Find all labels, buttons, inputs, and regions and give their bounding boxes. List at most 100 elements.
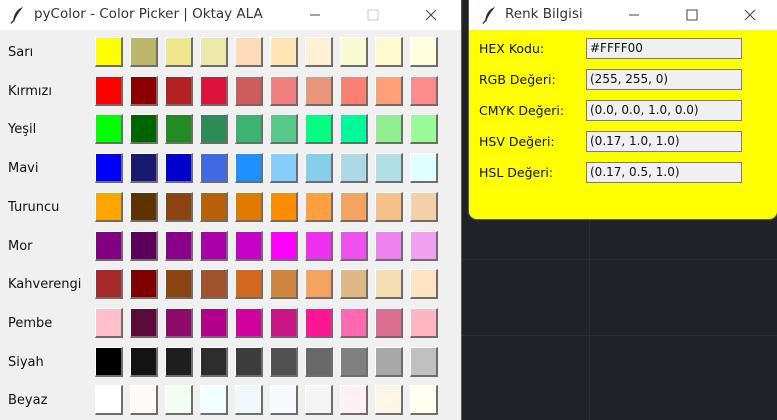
color-swatch-button[interactable] — [410, 231, 438, 261]
color-swatch-button[interactable] — [130, 308, 158, 338]
color-swatch-button[interactable] — [235, 308, 263, 338]
color-swatch-button[interactable] — [375, 192, 403, 222]
minimize-button[interactable] — [292, 0, 338, 30]
hex-field[interactable]: #FFFF00 — [586, 38, 742, 59]
color-swatch-button[interactable] — [200, 269, 228, 299]
color-swatch-button[interactable] — [410, 269, 438, 299]
hsv-field[interactable]: (0.17, 1.0, 1.0) — [586, 131, 742, 152]
color-swatch-button[interactable] — [95, 153, 123, 183]
color-swatch-button[interactable] — [410, 192, 438, 222]
color-swatch-button[interactable] — [340, 269, 368, 299]
color-swatch-button[interactable] — [305, 385, 333, 415]
color-swatch-button[interactable] — [305, 192, 333, 222]
color-swatch-button[interactable] — [270, 385, 298, 415]
color-swatch-button[interactable] — [165, 269, 193, 299]
close-button[interactable] — [727, 0, 773, 30]
color-swatch-button[interactable] — [375, 37, 403, 67]
color-swatch-button[interactable] — [270, 37, 298, 67]
color-swatch-button[interactable] — [305, 308, 333, 338]
color-swatch-button[interactable] — [375, 153, 403, 183]
color-swatch-button[interactable] — [200, 153, 228, 183]
color-swatch-button[interactable] — [200, 308, 228, 338]
color-swatch-button[interactable] — [410, 308, 438, 338]
color-swatch-button[interactable] — [270, 231, 298, 261]
color-swatch-button[interactable] — [95, 192, 123, 222]
color-swatch-button[interactable] — [165, 76, 193, 106]
color-swatch-button[interactable] — [340, 76, 368, 106]
color-swatch-button[interactable] — [340, 385, 368, 415]
color-swatch-button[interactable] — [375, 114, 403, 144]
maximize-button[interactable] — [669, 0, 715, 30]
color-swatch-button[interactable] — [95, 385, 123, 415]
color-swatch-button[interactable] — [235, 269, 263, 299]
color-swatch-button[interactable] — [235, 192, 263, 222]
color-swatch-button[interactable] — [375, 385, 403, 415]
color-swatch-button[interactable] — [130, 385, 158, 415]
color-swatch-button[interactable] — [305, 347, 333, 377]
color-swatch-button[interactable] — [410, 76, 438, 106]
color-swatch-button[interactable] — [305, 269, 333, 299]
color-swatch-button[interactable] — [340, 308, 368, 338]
color-swatch-button[interactable] — [375, 308, 403, 338]
color-swatch-button[interactable] — [200, 347, 228, 377]
color-swatch-button[interactable] — [235, 114, 263, 144]
color-swatch-button[interactable] — [165, 347, 193, 377]
color-swatch-button[interactable] — [200, 385, 228, 415]
color-swatch-button[interactable] — [270, 269, 298, 299]
color-swatch-button[interactable] — [130, 269, 158, 299]
color-swatch-button[interactable] — [235, 37, 263, 67]
minimize-button[interactable] — [611, 0, 657, 30]
color-swatch-button[interactable] — [340, 347, 368, 377]
color-swatch-button[interactable] — [235, 153, 263, 183]
color-swatch-button[interactable] — [200, 37, 228, 67]
color-swatch-button[interactable] — [95, 114, 123, 144]
color-swatch-button[interactable] — [410, 347, 438, 377]
color-swatch-button[interactable] — [410, 153, 438, 183]
color-swatch-button[interactable] — [340, 114, 368, 144]
color-swatch-button[interactable] — [130, 37, 158, 67]
color-swatch-button[interactable] — [165, 192, 193, 222]
color-swatch-button[interactable] — [340, 231, 368, 261]
color-swatch-button[interactable] — [95, 231, 123, 261]
color-swatch-button[interactable] — [340, 153, 368, 183]
color-swatch-button[interactable] — [305, 76, 333, 106]
color-swatch-button[interactable] — [200, 76, 228, 106]
color-swatch-button[interactable] — [235, 385, 263, 415]
color-swatch-button[interactable] — [165, 37, 193, 67]
color-swatch-button[interactable] — [165, 153, 193, 183]
color-swatch-button[interactable] — [410, 385, 438, 415]
color-swatch-button[interactable] — [270, 114, 298, 144]
color-swatch-button[interactable] — [270, 76, 298, 106]
color-swatch-button[interactable] — [165, 231, 193, 261]
color-swatch-button[interactable] — [200, 192, 228, 222]
color-swatch-button[interactable] — [305, 231, 333, 261]
color-swatch-button[interactable] — [270, 192, 298, 222]
color-swatch-button[interactable] — [200, 114, 228, 144]
color-swatch-button[interactable] — [95, 37, 123, 67]
color-swatch-button[interactable] — [130, 192, 158, 222]
color-swatch-button[interactable] — [270, 347, 298, 377]
color-swatch-button[interactable] — [235, 347, 263, 377]
color-swatch-button[interactable] — [375, 76, 403, 106]
color-swatch-button[interactable] — [200, 231, 228, 261]
color-swatch-button[interactable] — [410, 37, 438, 67]
color-swatch-button[interactable] — [340, 192, 368, 222]
rgb-field[interactable]: (255, 255, 0) — [586, 69, 742, 90]
color-swatch-button[interactable] — [375, 347, 403, 377]
color-swatch-button[interactable] — [165, 385, 193, 415]
color-swatch-button[interactable] — [270, 153, 298, 183]
color-swatch-button[interactable] — [340, 37, 368, 67]
color-swatch-button[interactable] — [130, 76, 158, 106]
color-swatch-button[interactable] — [305, 37, 333, 67]
color-swatch-button[interactable] — [130, 231, 158, 261]
color-swatch-button[interactable] — [95, 269, 123, 299]
color-swatch-button[interactable] — [165, 308, 193, 338]
color-swatch-button[interactable] — [95, 347, 123, 377]
color-swatch-button[interactable] — [130, 347, 158, 377]
color-swatch-button[interactable] — [95, 76, 123, 106]
color-swatch-button[interactable] — [375, 269, 403, 299]
color-swatch-button[interactable] — [305, 114, 333, 144]
color-swatch-button[interactable] — [410, 114, 438, 144]
color-swatch-button[interactable] — [130, 114, 158, 144]
hsl-field[interactable]: (0.17, 0.5, 1.0) — [586, 162, 742, 183]
